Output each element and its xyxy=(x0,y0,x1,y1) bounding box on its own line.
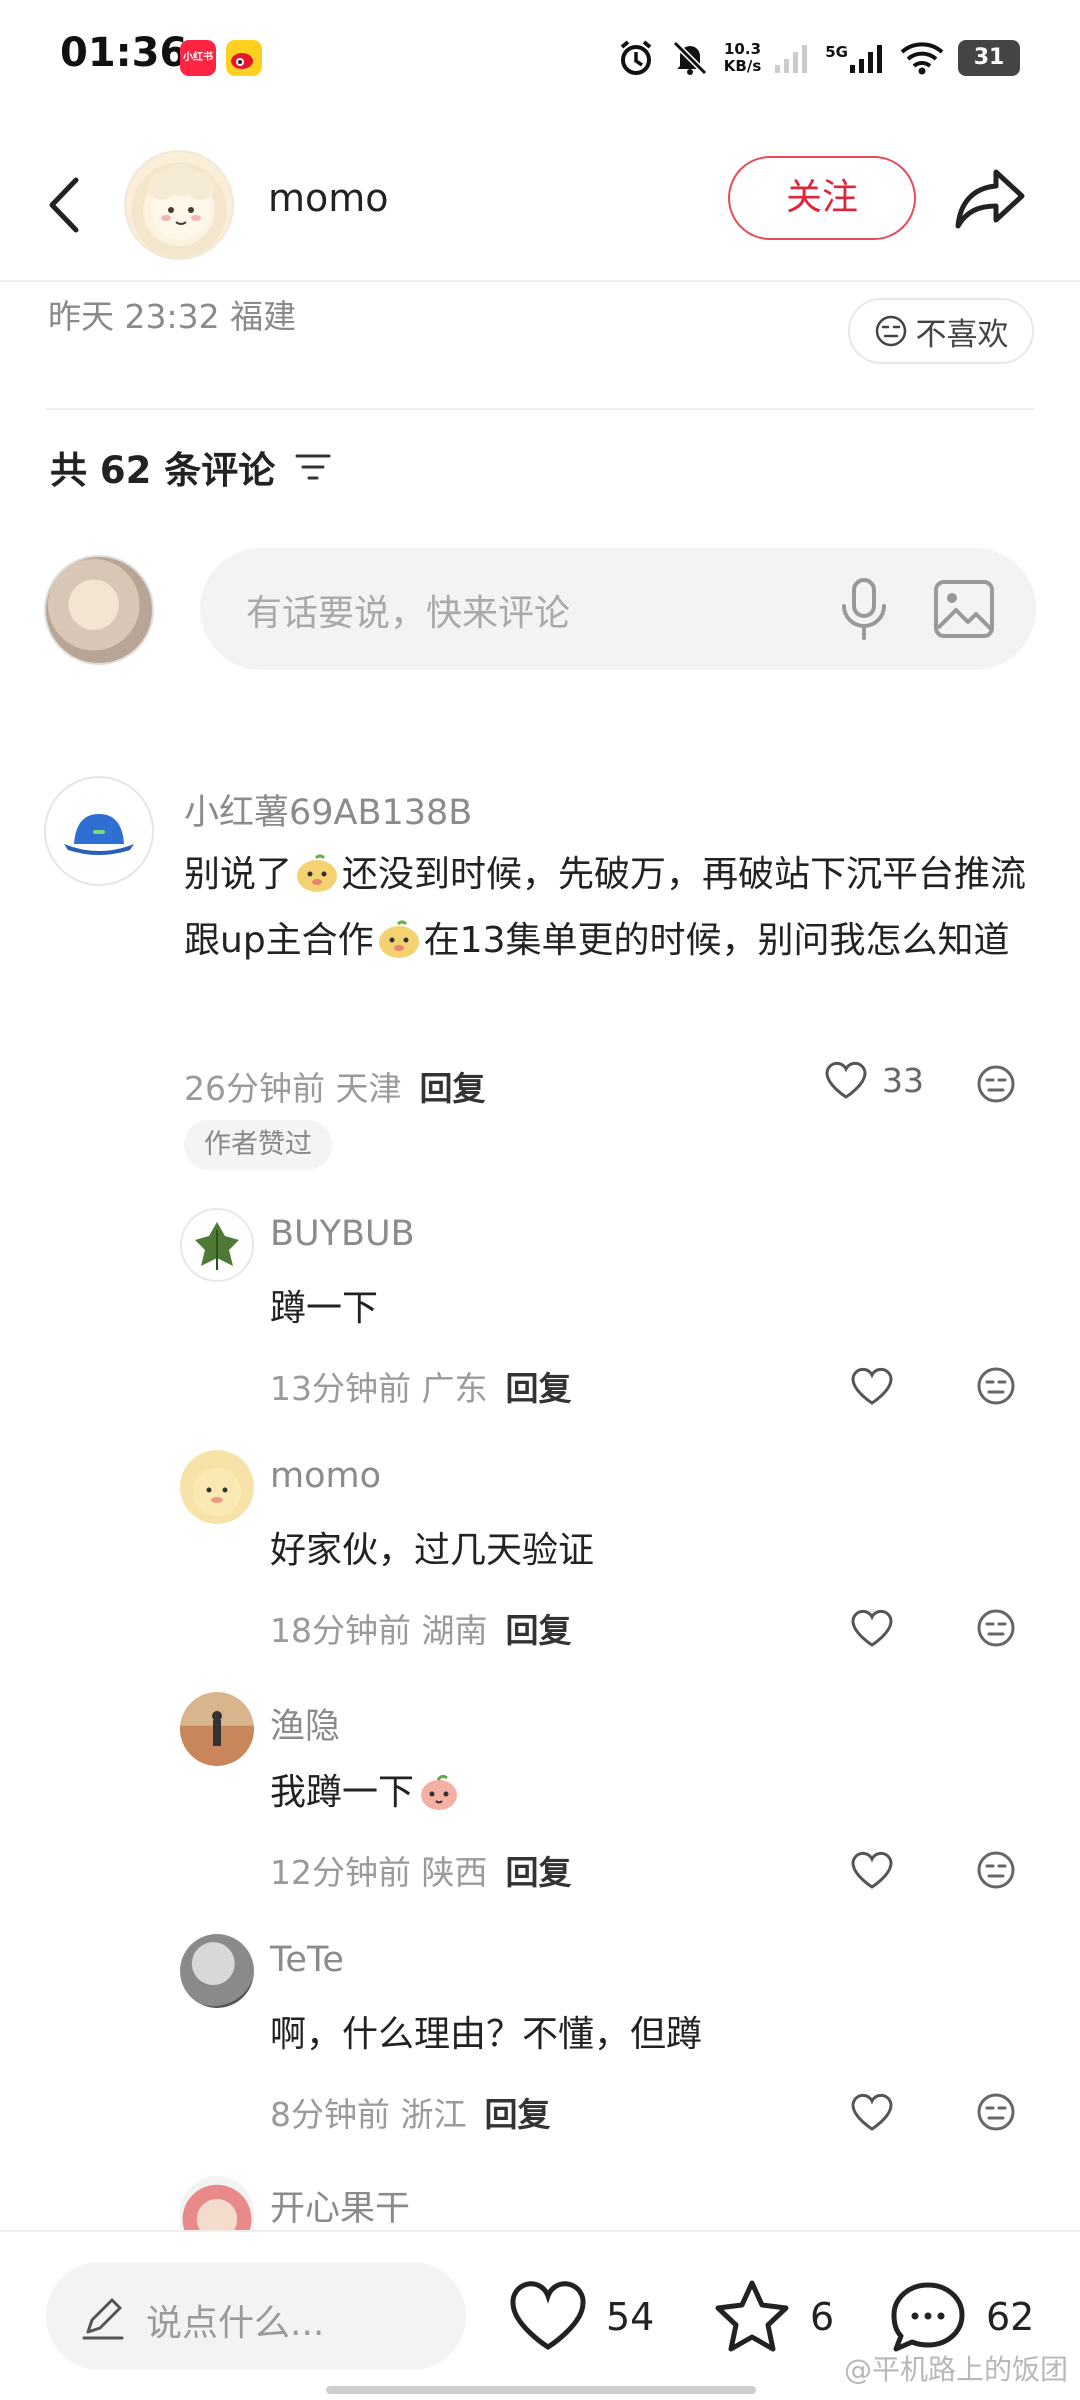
meh-face-icon[interactable] xyxy=(976,1064,1016,1104)
status-indicators: 10.3 KB/s 5G 31 xyxy=(616,36,1020,80)
reply-avatar[interactable] xyxy=(180,1450,254,1524)
comment-count-label: 共 62 条评论 xyxy=(50,449,276,492)
reply-time-location: 12分钟前 陕西 xyxy=(270,1853,488,1892)
reply-time-location: 13分钟前 广东 xyxy=(270,1369,488,1408)
heart-icon[interactable] xyxy=(850,1850,894,1890)
comment-bubble-icon xyxy=(891,2282,965,2352)
reply-button[interactable]: 回复 xyxy=(419,1069,485,1108)
comment-text: 别说了 还没到时候，先破万，再破站下沉平台推流跟up主合作 在13集单更的时候，别问… xyxy=(184,854,1027,961)
heart-icon[interactable] xyxy=(850,1366,894,1406)
reply-button[interactable]: 回复 xyxy=(505,1611,571,1650)
bottom-comment-input[interactable]: 说点什么... xyxy=(46,2262,466,2370)
favorite-button[interactable]: 6 xyxy=(712,2272,834,2362)
reply-meta: 13分钟前 广东 回复 xyxy=(270,1362,571,1410)
reply-meta: 8分钟前 浙江 回复 xyxy=(270,2088,551,2136)
author-avatar[interactable] xyxy=(124,150,234,260)
bottom-divider xyxy=(0,2230,1080,2232)
wifi-icon xyxy=(900,42,944,75)
reply-username[interactable]: 渔隐 xyxy=(270,1698,340,1749)
comment-avatar[interactable] xyxy=(44,776,154,886)
reply-text: 啊，什么理由？不懂，但蹲 xyxy=(270,2014,703,2055)
emoji-sticker-icon xyxy=(297,854,338,892)
emoji-peach-icon xyxy=(421,1774,458,1810)
follow-button[interactable]: 关注 xyxy=(728,156,916,240)
alarm-icon xyxy=(620,40,652,75)
meh-face-icon xyxy=(875,315,906,347)
star-icon xyxy=(715,2280,789,2352)
reply-username[interactable]: TeTe xyxy=(270,1940,344,1980)
like-button[interactable]: 54 xyxy=(508,2272,654,2362)
reply-text: 蹲一下 xyxy=(270,1288,379,1329)
meh-face-icon[interactable] xyxy=(976,1608,1016,1648)
comment-input[interactable]: 有话要说，快来评论 xyxy=(200,548,1036,670)
author-liked-badge: 作者赞过 xyxy=(184,1120,332,1170)
reply-meta: 12分钟前 陕西 回复 xyxy=(270,1846,571,1894)
comment-count: 共 62 条评论 xyxy=(50,440,331,494)
xiaohongshu-notification-icon: 小红书 xyxy=(180,40,216,76)
chevron-left-icon[interactable] xyxy=(40,170,90,240)
section-divider xyxy=(46,408,1034,410)
microphone-icon[interactable] xyxy=(836,576,892,642)
author-name[interactable]: momo xyxy=(268,176,389,220)
comment-time-location: 26分钟前 天津 xyxy=(184,1069,402,1108)
reply-text: 我蹲一下 xyxy=(270,1760,464,1826)
reply-avatar[interactable] xyxy=(180,2176,254,2230)
favorite-count: 6 xyxy=(810,2295,835,2339)
comment-count-bottom: 62 xyxy=(986,2295,1035,2339)
mute-bell-icon xyxy=(672,40,707,76)
reply-avatar[interactable] xyxy=(180,1208,254,1282)
image-icon[interactable] xyxy=(932,578,996,640)
weibo-notification-icon xyxy=(226,40,262,76)
status-time: 01:36 xyxy=(60,30,188,76)
header-divider xyxy=(0,280,1080,282)
comment-like-count: 33 xyxy=(882,1060,924,1100)
reply-button[interactable]: 回复 xyxy=(485,2095,551,2134)
reply-time-location: 8分钟前 浙江 xyxy=(270,2095,467,2134)
like-count: 54 xyxy=(606,2295,655,2339)
battery-indicator: 31 xyxy=(958,40,1020,76)
comment-input-placeholder: 有话要说，快来评论 xyxy=(246,593,571,634)
status-bar: 01:36 小红书 10.3 KB/s 5G 31 xyxy=(0,0,1080,120)
heart-icon xyxy=(825,1061,867,1099)
meh-face-icon[interactable] xyxy=(976,1850,1016,1890)
reply-text: 好家伙，过几天验证 xyxy=(270,1530,595,1571)
share-arrow-icon[interactable] xyxy=(952,164,1028,234)
pen-icon xyxy=(82,2298,124,2340)
network-5g: 5G xyxy=(825,43,886,73)
heart-icon[interactable] xyxy=(850,2092,894,2132)
reply-username[interactable]: momo xyxy=(270,1456,381,1496)
comment-like-button[interactable]: 33 xyxy=(824,1060,924,1100)
bottom-input-placeholder: 说点什么... xyxy=(146,2303,325,2344)
comment-username[interactable]: 小红薯69AB138B xyxy=(184,784,472,835)
reply-button[interactable]: 回复 xyxy=(505,1369,571,1408)
meh-face-icon[interactable] xyxy=(976,1366,1016,1406)
comment-meta: 26分钟前 天津 回复 xyxy=(184,1062,485,1110)
reply-username[interactable]: 开心果干 xyxy=(270,2180,410,2231)
sort-filter-icon[interactable] xyxy=(295,452,331,482)
dislike-label: 不喜欢 xyxy=(915,316,1009,353)
net-speed: 10.3 KB/s xyxy=(723,40,762,75)
meh-face-icon[interactable] xyxy=(976,2092,1016,2132)
my-avatar xyxy=(44,555,154,665)
reply-username[interactable]: BUYBUB xyxy=(270,1214,415,1254)
dislike-button[interactable]: 不喜欢 xyxy=(848,298,1034,364)
signal-weak-icon xyxy=(775,45,808,73)
emoji-sticker-icon xyxy=(378,920,419,958)
heart-icon[interactable] xyxy=(850,1608,894,1648)
watermark: @平机路上的饭团 xyxy=(843,2353,1068,2386)
heart-icon xyxy=(510,2281,586,2350)
reply-avatar[interactable] xyxy=(180,1692,254,1766)
reply-button[interactable]: 回复 xyxy=(505,1853,571,1892)
reply-meta: 18分钟前 湖南 回复 xyxy=(270,1604,571,1652)
note-header: momo 关注 xyxy=(0,140,1080,270)
reply-avatar[interactable] xyxy=(180,1934,254,2008)
post-time-location: 昨天 23:32 福建 xyxy=(48,297,297,336)
reply-time-location: 18分钟前 湖南 xyxy=(270,1611,488,1650)
home-indicator[interactable] xyxy=(326,2386,756,2394)
signal-strong-icon xyxy=(850,45,882,73)
